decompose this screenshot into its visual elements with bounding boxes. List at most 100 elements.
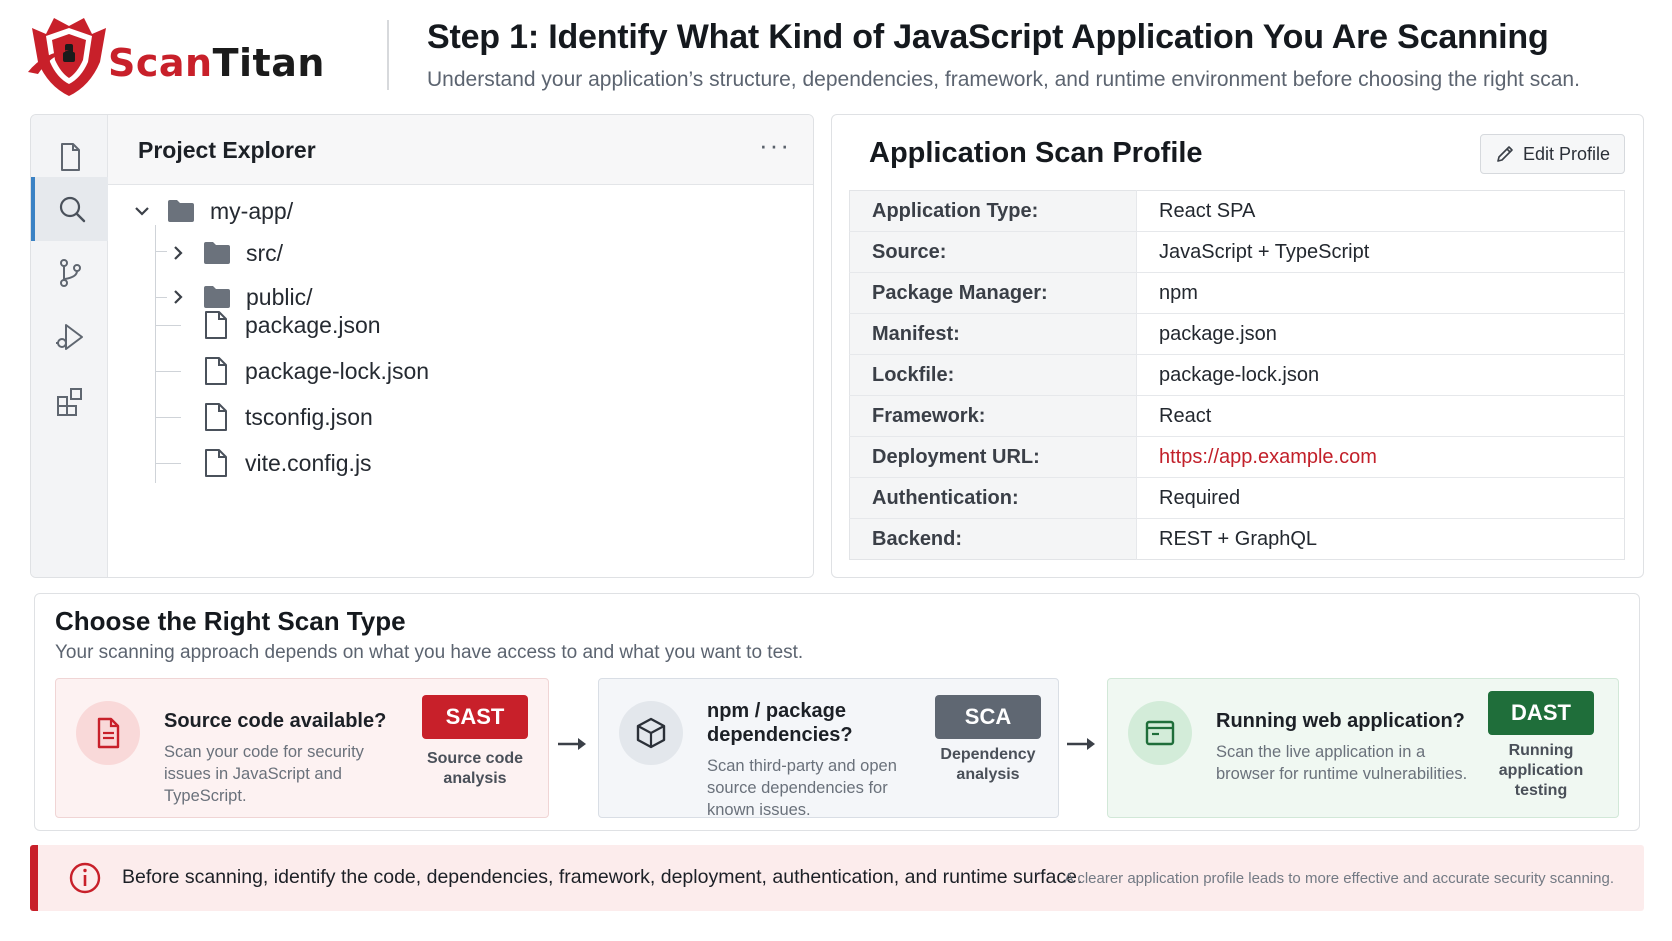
dast-card[interactable]: Running web application? Scan the live a… [1107, 678, 1619, 818]
tree-item-src[interactable]: src/ [166, 233, 283, 273]
file-icon [201, 310, 231, 340]
chevron-right-icon[interactable] [166, 285, 190, 309]
info-banner: Before scanning, identify the code, depe… [30, 845, 1644, 911]
sca-badge: SCA [935, 695, 1041, 739]
profile-key: Package Manager: [849, 272, 1137, 314]
table-row: Application Type: React SPA [849, 190, 1625, 232]
folder-icon [166, 196, 196, 226]
profile-key: Manifest: [849, 313, 1137, 355]
info-message: Before scanning, identify the code, depe… [122, 866, 1083, 888]
search-icon [59, 196, 85, 223]
tree-guide-line [155, 371, 181, 372]
tree-guide-line [155, 463, 181, 464]
table-row: Lockfile: package-lock.json [849, 354, 1625, 396]
dast-badge: DAST [1488, 691, 1594, 735]
activity-bar [31, 115, 108, 577]
card-description: Scan the live application in a browser f… [1216, 743, 1468, 783]
profile-key: Authentication: [849, 477, 1137, 519]
activity-extensions[interactable] [31, 369, 108, 433]
folder-icon [202, 238, 232, 268]
tree-item-tsconfig-json[interactable]: tsconfig.json [201, 397, 373, 437]
sast-badge: SAST [422, 695, 528, 739]
pencil-icon [1497, 146, 1513, 162]
scan-section-title: Choose the Right Scan Type [55, 606, 406, 636]
badge-caption: Source code analysis [426, 750, 524, 787]
profile-value: REST + GraphQL [1159, 527, 1318, 550]
file-icon [201, 356, 231, 386]
profile-table: Application Type: React SPA Source: JavaSc… [849, 190, 1625, 560]
profile-key: Deployment URL: [849, 436, 1137, 478]
info-note: A clearer application profile leads to m… [1063, 870, 1614, 887]
table-row: Framework: React [849, 395, 1625, 437]
tree-item-my-app[interactable]: my-app/ [130, 191, 293, 231]
activity-run-debug[interactable] [31, 305, 108, 369]
project-explorer-panel: Project Explorer ··· my-app/ src/ public… [30, 114, 814, 578]
profile-key: Source: [849, 231, 1137, 273]
profile-value: React SPA [1136, 190, 1625, 232]
chevron-down-icon[interactable] [130, 199, 154, 223]
activity-source-control[interactable] [31, 241, 108, 305]
tree-item-label: src/ [246, 239, 284, 266]
profile-value: JavaScript + TypeScript [1136, 231, 1625, 273]
tree-item-label: my-app/ [210, 197, 294, 224]
badge-caption: Dependency analysis [940, 746, 1036, 783]
run-debug-icon [55, 324, 83, 350]
tree-item-package-lock-json[interactable]: package-lock.json [201, 351, 429, 391]
table-row: Source: JavaScript + TypeScript [849, 231, 1625, 273]
more-actions-button[interactable]: ··· [759, 132, 791, 158]
extensions-icon [56, 388, 82, 416]
tree-item-label: package.json [245, 311, 381, 338]
file-icon [201, 448, 231, 478]
profile-value: package-lock.json [1136, 354, 1625, 396]
table-row: Package Manager: npm [849, 272, 1625, 314]
sast-card[interactable]: Source code available? Scan your code fo… [55, 678, 549, 818]
deployment-url-link[interactable]: https://app.example.com [1136, 436, 1625, 478]
profile-key: Backend: [849, 518, 1137, 560]
tree-guide-line [155, 225, 156, 483]
brand-name: ScanTitan [108, 41, 325, 85]
explorer-header: Project Explorer ··· [108, 115, 813, 185]
sca-card[interactable]: npm / package dependencies? Scan third-p… [598, 678, 1059, 819]
card-description: Scan third-party and open source depende… [707, 757, 897, 819]
tree-item-package-json[interactable]: package.json [201, 305, 381, 345]
table-row: Deployment URL: https://app.example.com [849, 436, 1625, 478]
brand-name-part1: Scan [108, 41, 213, 85]
tree-item-label: vite.config.js [245, 449, 372, 476]
document-icon [76, 701, 140, 765]
info-icon [69, 862, 101, 894]
tree-item-vite-config-js[interactable]: vite.config.js [201, 443, 372, 483]
profile-value: npm [1136, 272, 1625, 314]
profile-key: Application Type: [849, 190, 1137, 232]
arrow-right-icon [558, 738, 586, 750]
profile-key: Lockfile: [849, 354, 1137, 396]
page-header: ScanTitan Step 1: Identify What Kind of … [0, 0, 1672, 104]
browser-window-icon [1128, 701, 1192, 765]
profile-value: Required [1136, 477, 1625, 519]
tree-item-label: package-lock.json [245, 357, 430, 384]
file-tree: my-app/ src/ public/ package.json packag… [108, 185, 813, 577]
scantitan-logo[interactable]: ScanTitan [24, 10, 354, 102]
chevron-right-icon[interactable] [166, 241, 190, 265]
profile-value: React [1136, 395, 1625, 437]
table-row: Manifest: package.json [849, 313, 1625, 355]
profile-key: Framework: [849, 395, 1137, 437]
page-title: Step 1: Identify What Kind of JavaScript… [427, 18, 1549, 56]
tree-item-label: tsconfig.json [245, 403, 373, 430]
source-control-icon [59, 259, 81, 287]
tree-guide-line [155, 417, 181, 418]
profile-title: Application Scan Profile [869, 137, 1203, 169]
scan-type-section: Choose the Right Scan Type Your scanning… [34, 593, 1640, 831]
edit-profile-button[interactable]: Edit Profile [1479, 134, 1625, 174]
scan-section-subtitle: Your scanning approach depends on what y… [55, 642, 804, 663]
table-row: Authentication: Required [849, 477, 1625, 519]
explorer-title: Project Explorer [138, 137, 316, 163]
activity-search[interactable] [31, 177, 108, 241]
badge-caption: Running application testing [1498, 742, 1584, 799]
edit-profile-label: Edit Profile [1522, 143, 1610, 164]
card-description: Scan your code for security issues in Ja… [164, 743, 364, 805]
package-icon [619, 701, 683, 765]
page-subtitle: Understand your application’s structure,… [427, 68, 1580, 91]
card-heading: Source code available? [164, 710, 387, 732]
file-icon [201, 402, 231, 432]
tree-guide-line [155, 325, 181, 326]
